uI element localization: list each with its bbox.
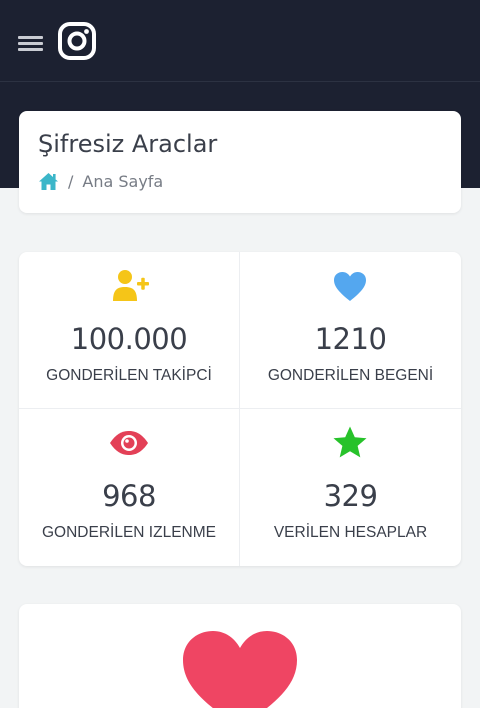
- stat-followers-sent: 100.000 GONDERİLEN TAKİPCİ: [19, 252, 240, 409]
- stat-value: 968: [102, 479, 156, 513]
- stats-card: 100.000 GONDERİLEN TAKİPCİ 1210 GONDERİL…: [19, 252, 461, 566]
- page-title: Şifresiz Araclar: [38, 130, 218, 158]
- instagram-logo-icon[interactable]: [57, 21, 97, 61]
- stat-value: 100.000: [70, 322, 188, 356]
- stat-label: GONDERİLEN TAKİPCİ: [46, 367, 212, 384]
- stat-likes-sent: 1210 GONDERİLEN BEGENİ: [240, 252, 461, 409]
- user-plus-icon: [113, 270, 149, 301]
- home-icon[interactable]: [38, 172, 59, 191]
- breadcrumb: / Ana Sayfa: [38, 169, 163, 193]
- stat-value: 329: [323, 479, 378, 513]
- large-heart-icon: [183, 631, 297, 708]
- stat-label: GONDERİLEN IZLENME: [42, 524, 216, 541]
- page-header-card: Şifresiz Araclar / Ana Sayfa: [19, 111, 461, 213]
- stat-value: 1210: [314, 322, 387, 356]
- eye-icon: [110, 431, 148, 455]
- top-navbar: [0, 0, 480, 82]
- hamburger-menu-icon[interactable]: [18, 33, 43, 51]
- heart-icon: [334, 272, 366, 301]
- breadcrumb-separator: /: [68, 171, 74, 191]
- stat-accounts-given: 329 VERİLEN HESAPLAR: [240, 409, 461, 566]
- stat-label: GONDERİLEN BEGENİ: [267, 367, 434, 384]
- stat-views-sent: 968 GONDERİLEN IZLENME: [19, 409, 240, 566]
- breadcrumb-current: Ana Sayfa: [82, 171, 164, 191]
- promo-card: [19, 604, 461, 708]
- star-icon: [333, 426, 367, 458]
- stat-label: VERİLEN HESAPLAR: [273, 524, 428, 541]
